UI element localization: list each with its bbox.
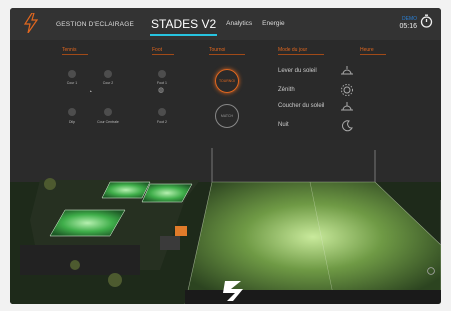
mode-nuit[interactable]: Nuit — [278, 122, 289, 128]
mode-lever[interactable]: Lever du soleil — [278, 68, 317, 74]
court-2-toggle[interactable] — [104, 70, 112, 78]
court-centrale-toggle[interactable] — [104, 108, 112, 116]
clock-area: DEMO 05:16 — [399, 14, 433, 31]
tournoi-button[interactable]: TOURNOI — [215, 69, 239, 93]
tab-stades-v2[interactable]: STADES V2 — [146, 8, 221, 40]
section-mode: Mode du jour — [278, 47, 324, 55]
top-bar: GESTION D'ECLAIRAGE STADES V2 Analytics … — [10, 8, 441, 40]
mode-zenith[interactable]: Zénith — [278, 87, 295, 93]
foot-2-toggle[interactable] — [158, 108, 166, 116]
tab-energie[interactable]: Energie — [257, 8, 289, 40]
foot-1-toggle[interactable] — [158, 70, 166, 78]
app-title[interactable]: GESTION D'ECLAIRAGE — [56, 21, 134, 28]
app-window: GESTION D'ECLAIRAGE STADES V2 Analytics … — [10, 8, 441, 304]
tab-bar: STADES V2 Analytics Energie — [146, 8, 290, 40]
control-panel: Tennis Foot Tournoi Mode du jour Heure C… — [10, 40, 441, 140]
brand-logo-icon — [223, 279, 245, 304]
moon-icon[interactable] — [340, 120, 354, 134]
sunset-icon[interactable] — [340, 101, 354, 115]
foot-2-label: Foot 2 — [157, 120, 167, 124]
sunrise-icon[interactable] — [340, 65, 354, 79]
match-button[interactable]: MATCH — [215, 104, 239, 128]
lightning-bolt-icon — [20, 12, 42, 35]
foot-1-label: Foot 1 — [157, 81, 167, 85]
tab-analytics[interactable]: Analytics — [221, 8, 257, 40]
info-icon[interactable] — [427, 267, 435, 277]
section-tennis: Tennis — [62, 47, 88, 55]
mode-coucher[interactable]: Coucher du soleil — [278, 103, 324, 109]
ball-icon: ◍ — [158, 87, 165, 94]
demo-clock: DEMO 05:16 — [399, 16, 417, 30]
court-1-toggle[interactable] — [68, 70, 76, 78]
dilp-label: Dilp — [68, 120, 76, 124]
court-centrale-label: Cour Centrale — [97, 120, 119, 124]
dilp-toggle[interactable] — [68, 108, 76, 116]
section-foot: Foot — [152, 47, 174, 55]
section-heure: Heure — [360, 47, 386, 55]
sun-icon[interactable] — [340, 84, 354, 98]
current-time: 05:16 — [399, 22, 417, 30]
clock-icon: ◔ — [88, 89, 93, 96]
demo-label: DEMO — [402, 15, 417, 22]
section-tournoi: Tournoi — [209, 47, 245, 55]
court-1-label: Cour 1 — [66, 81, 78, 85]
stadium-3d-view[interactable] — [10, 140, 441, 304]
court-2-label: Cour 2 — [102, 81, 114, 85]
stopwatch-icon[interactable] — [420, 14, 433, 31]
